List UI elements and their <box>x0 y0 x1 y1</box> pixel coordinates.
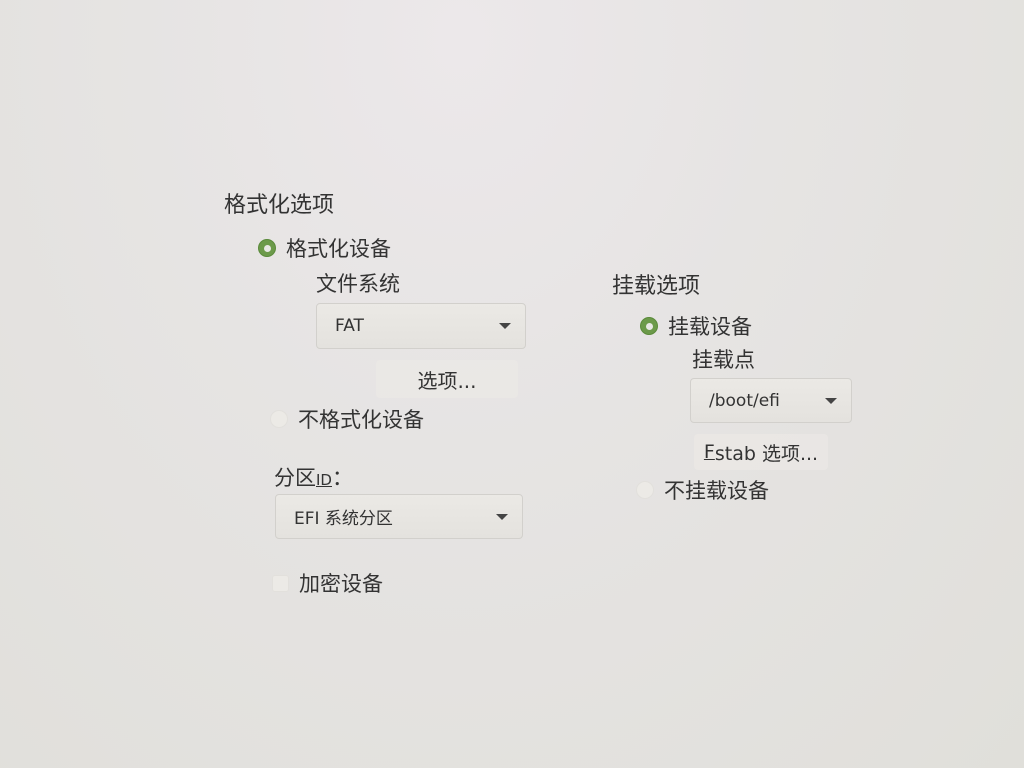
mount-point-label: 挂载点 <box>692 348 755 372</box>
no-format-radio[interactable]: 不格式化设备 <box>270 404 424 434</box>
no-mount-radio[interactable]: 不挂载设备 <box>636 475 769 505</box>
format-device-label: 格式化设备 <box>286 237 391 261</box>
partition-id-combobox[interactable]: EFI 系统分区 <box>275 494 523 539</box>
mount-device-label: 挂载设备 <box>668 315 752 339</box>
no-mount-label: 不挂载设备 <box>664 479 769 503</box>
radio-selected-icon <box>640 317 658 335</box>
format-options-button[interactable]: 选项... <box>376 360 518 398</box>
fstab-label: stab 选项... <box>714 442 819 465</box>
filesystem-combobox[interactable]: FAT <box>316 303 526 349</box>
no-format-label: 不格式化设备 <box>298 408 424 432</box>
radio-selected-icon <box>258 239 276 257</box>
partition-id-value: EFI 系统分区 <box>294 509 393 529</box>
mount-options-heading: 挂载选项 <box>612 274 701 299</box>
filesystem-label: 文件系统 <box>316 272 400 296</box>
partition-id-label: 分区ID： <box>274 462 353 492</box>
fstab-mnemonic: F <box>703 441 715 463</box>
partition-id-prefix: 分区 <box>274 466 316 490</box>
encrypt-device-label: 加密设备 <box>299 572 383 596</box>
partition-id-mnemonic: ID <box>316 471 332 489</box>
format-device-radio[interactable]: 格式化设备 <box>258 233 391 263</box>
chevron-down-icon <box>499 323 511 329</box>
chevron-down-icon <box>496 513 508 520</box>
mount-device-radio[interactable]: 挂载设备 <box>640 311 752 341</box>
radio-unselected-icon <box>270 410 288 428</box>
checkbox-unchecked-icon <box>272 574 289 592</box>
radio-unselected-icon <box>636 481 654 499</box>
mount-point-combobox[interactable]: /boot/efi <box>690 378 852 423</box>
chevron-down-icon <box>825 397 837 404</box>
filesystem-value: FAT <box>335 316 364 336</box>
partition-id-suffix: ： <box>331 466 353 490</box>
mount-point-value: /boot/efi <box>709 390 780 411</box>
encrypt-device-checkbox[interactable]: 加密设备 <box>272 568 383 598</box>
format-options-heading: 格式化选项 <box>224 193 335 218</box>
fstab-options-button[interactable]: Fstab 选项... <box>694 434 828 470</box>
